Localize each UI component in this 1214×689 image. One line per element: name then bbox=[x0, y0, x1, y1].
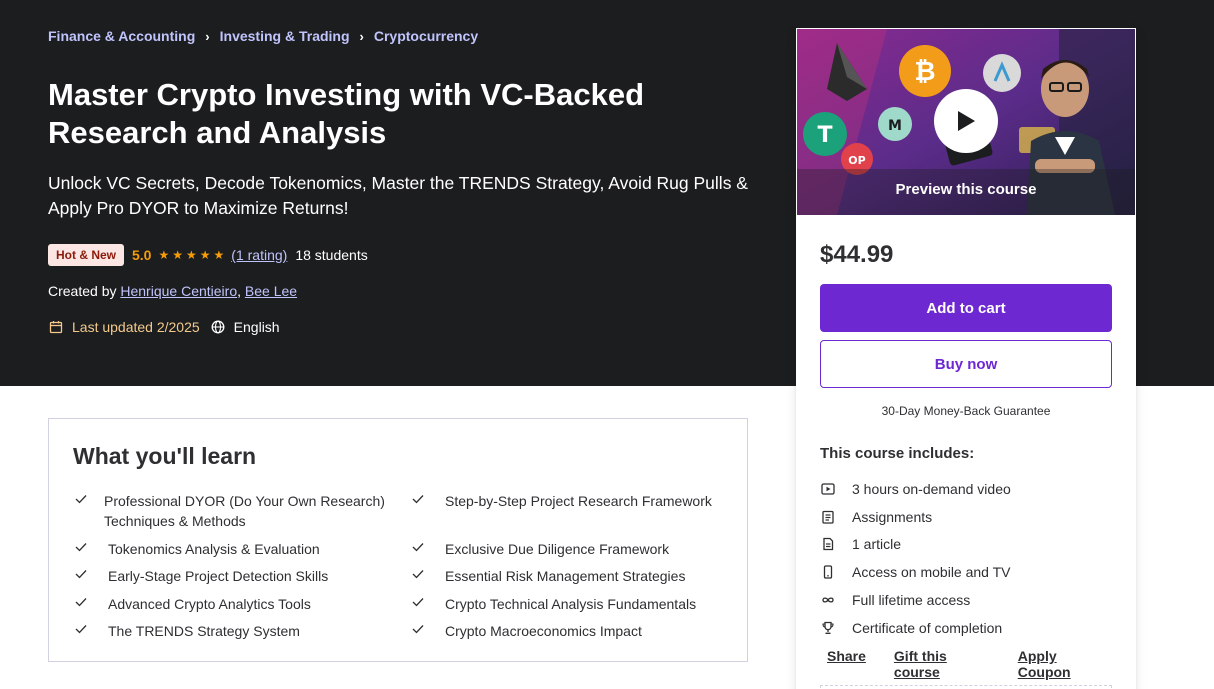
author-link-henrique[interactable]: Henrique Centieiro bbox=[120, 283, 237, 299]
check-icon bbox=[412, 594, 428, 614]
include-text: Assignments bbox=[852, 508, 933, 525]
check-icon bbox=[75, 594, 91, 614]
course-preview[interactable]: ₿ T M OP Preview this course bbox=[797, 29, 1135, 215]
check-icon bbox=[75, 621, 91, 641]
apply-coupon-link[interactable]: Apply Coupon bbox=[1018, 648, 1107, 680]
mobile-icon bbox=[820, 564, 836, 580]
learn-item: Professional DYOR (Do Your Own Research)… bbox=[75, 491, 385, 531]
include-text: 1 article bbox=[852, 536, 902, 553]
include-item-video: 3 hours on-demand video bbox=[820, 475, 1011, 503]
buy-now-button[interactable]: Buy now bbox=[820, 340, 1112, 388]
what-you-learn-title: What you'll learn bbox=[73, 443, 257, 469]
purchase-card: ₿ T M OP Preview this course $44.99 Add … bbox=[796, 28, 1136, 689]
learn-item-text: Professional DYOR (Do Your Own Research)… bbox=[104, 493, 385, 529]
include-item-certificate: Certificate of completion bbox=[820, 614, 1011, 642]
author-separator: , bbox=[237, 283, 241, 299]
assignment-icon bbox=[820, 509, 836, 525]
learn-item: Tokenomics Analysis & Evaluation bbox=[75, 539, 385, 559]
learn-item-text: Step-by-Step Project Research Framework bbox=[445, 493, 712, 509]
star-icon: ★ bbox=[186, 248, 197, 262]
rating-row: Hot & New 5.0 ★ ★ ★ ★ ★ (1 rating) 18 st… bbox=[48, 244, 368, 266]
gift-course-link[interactable]: Gift this course bbox=[894, 648, 990, 680]
course-price: $44.99 bbox=[820, 241, 894, 268]
students-count: 18 students bbox=[295, 247, 368, 263]
include-item-article: 1 article bbox=[820, 531, 1011, 559]
coupon-area bbox=[820, 685, 1112, 689]
learn-item-text: Early-Stage Project Detection Skills bbox=[108, 568, 329, 584]
star-icon: ★ bbox=[213, 248, 225, 262]
check-icon bbox=[75, 566, 91, 586]
trophy-icon bbox=[820, 620, 836, 636]
last-updated: Last updated 2/2025 bbox=[72, 319, 200, 335]
learn-item: Early-Stage Project Detection Skills bbox=[75, 566, 385, 586]
learn-item-text: The TRENDS Strategy System bbox=[108, 623, 300, 639]
learn-item: Exclusive Due Diligence Framework bbox=[412, 539, 732, 559]
include-item-mobile: Access on mobile and TV bbox=[820, 558, 1011, 586]
include-item-lifetime: Full lifetime access bbox=[820, 586, 1011, 614]
include-item-assignments: Assignments bbox=[820, 503, 1011, 531]
what-you-learn-box: What you'll learn Professional DYOR (Do … bbox=[48, 418, 748, 662]
play-button[interactable] bbox=[934, 89, 998, 153]
learn-item: Advanced Crypto Analytics Tools bbox=[75, 594, 385, 614]
learn-item: Crypto Technical Analysis Fundamentals bbox=[412, 594, 732, 614]
calendar-icon bbox=[48, 319, 64, 335]
breadcrumb-investing-trading[interactable]: Investing & Trading bbox=[220, 28, 350, 44]
breadcrumb-finance-accounting[interactable]: Finance & Accounting bbox=[48, 28, 195, 44]
hot-new-badge: Hot & New bbox=[48, 244, 124, 266]
play-icon bbox=[958, 111, 975, 131]
svg-text:M: M bbox=[888, 118, 902, 134]
article-icon bbox=[820, 536, 836, 552]
includes-list: 3 hours on-demand video Assignments 1 ar… bbox=[820, 475, 1011, 642]
learn-item: Crypto Macroeconomics Impact bbox=[412, 621, 732, 641]
learn-item-text: Essential Risk Management Strategies bbox=[445, 568, 686, 584]
check-icon bbox=[75, 491, 87, 531]
svg-text:₿: ₿ bbox=[914, 57, 935, 87]
check-icon bbox=[412, 539, 428, 559]
video-icon bbox=[820, 481, 836, 497]
learn-item-text: Advanced Crypto Analytics Tools bbox=[108, 596, 311, 612]
include-text: Certificate of completion bbox=[852, 619, 1003, 636]
svg-text:T: T bbox=[817, 123, 832, 148]
learn-item: The TRENDS Strategy System bbox=[75, 621, 385, 641]
include-text: Access on mobile and TV bbox=[852, 564, 1011, 581]
rating-value: 5.0 bbox=[132, 247, 152, 263]
breadcrumb: Finance & Accounting › Investing & Tradi… bbox=[48, 28, 478, 44]
chevron-right-icon: › bbox=[205, 28, 210, 44]
include-text: Full lifetime access bbox=[852, 592, 971, 609]
created-by-label: Created by bbox=[48, 283, 117, 299]
share-link[interactable]: Share bbox=[827, 648, 866, 680]
check-icon bbox=[412, 491, 428, 511]
chevron-right-icon: › bbox=[359, 28, 364, 44]
created-by: Created by Henrique Centieiro, Bee Lee bbox=[48, 283, 297, 299]
money-back-guarantee: 30-Day Money-Back Guarantee bbox=[881, 404, 1051, 418]
infinity-icon bbox=[820, 592, 836, 608]
learn-item-text: Exclusive Due Diligence Framework bbox=[445, 541, 670, 557]
star-icon: ★ bbox=[172, 248, 183, 262]
add-to-cart-button[interactable]: Add to cart bbox=[820, 284, 1112, 332]
star-icon: ★ bbox=[199, 248, 211, 262]
card-links: Share Gift this course Apply Coupon bbox=[827, 648, 1135, 680]
rating-stars: ★ ★ ★ ★ ★ bbox=[158, 248, 227, 262]
rating-count-link[interactable]: (1 rating) bbox=[231, 247, 287, 263]
learn-item: Essential Risk Management Strategies bbox=[412, 566, 732, 586]
star-icon: ★ bbox=[158, 248, 170, 262]
includes-title: This course includes: bbox=[820, 445, 975, 462]
meta-row: Last updated 2/2025 English bbox=[48, 319, 280, 335]
learn-item-text: Tokenomics Analysis & Evaluation bbox=[108, 541, 320, 557]
learn-item-text: Crypto Technical Analysis Fundamentals bbox=[445, 596, 697, 612]
svg-text:OP: OP bbox=[848, 154, 865, 167]
globe-icon bbox=[210, 319, 226, 335]
learn-item: Step-by-Step Project Research Framework bbox=[412, 491, 732, 511]
include-text: 3 hours on-demand video bbox=[852, 480, 1011, 497]
check-icon bbox=[412, 566, 428, 586]
course-subtitle: Unlock VC Secrets, Decode Tokenomics, Ma… bbox=[48, 173, 748, 218]
course-language: English bbox=[233, 319, 280, 335]
preview-label: Preview this course bbox=[895, 181, 1037, 198]
learn-item-text: Crypto Macroeconomics Impact bbox=[445, 623, 642, 639]
breadcrumb-cryptocurrency[interactable]: Cryptocurrency bbox=[374, 28, 478, 44]
check-icon bbox=[412, 621, 428, 641]
check-icon bbox=[75, 539, 91, 559]
course-title: Master Crypto Investing with VC-Backed R… bbox=[48, 77, 645, 150]
author-link-bee[interactable]: Bee Lee bbox=[245, 283, 297, 299]
